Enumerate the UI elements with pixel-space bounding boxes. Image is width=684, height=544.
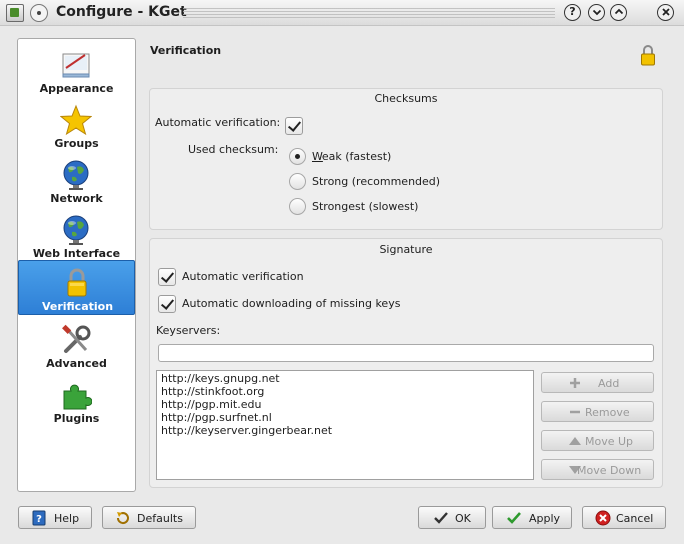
plus-icon bbox=[570, 378, 580, 388]
defaults-button[interactable]: Defaults bbox=[102, 506, 196, 529]
radio-strongest-label[interactable]: Strongest (slowest) bbox=[312, 200, 418, 213]
sidebar-item-label: Groups bbox=[54, 137, 99, 150]
radio-weak-text: eak (fastest) bbox=[321, 150, 392, 163]
keyserver-input[interactable] bbox=[158, 344, 654, 362]
lock-icon bbox=[641, 45, 655, 66]
radio-weak-label[interactable]: Weak (fastest) bbox=[312, 150, 391, 163]
signature-automatic-verification-checkbox[interactable] bbox=[158, 268, 176, 286]
list-item[interactable]: http://pgp.surfnet.nl bbox=[161, 411, 529, 424]
ok-button-label: OK bbox=[455, 512, 471, 525]
cancel-button[interactable]: Cancel bbox=[582, 506, 666, 529]
sidebar-item-label: Network bbox=[50, 192, 103, 205]
close-icon[interactable] bbox=[657, 4, 674, 21]
signature-automatic-verification-label[interactable]: Automatic verification bbox=[182, 270, 304, 283]
apply-check-icon bbox=[507, 512, 521, 524]
title-bar[interactable]: Configure - KGet ? bbox=[0, 0, 684, 26]
apply-button[interactable]: Apply bbox=[492, 506, 572, 529]
checksums-group: Checksums Automatic verification: Used c… bbox=[149, 88, 663, 230]
radio-strong[interactable] bbox=[289, 173, 306, 190]
help-book-icon: ? bbox=[32, 510, 46, 526]
move-down-button-label: Move Down bbox=[577, 464, 642, 477]
remove-button[interactable]: Remove bbox=[541, 401, 654, 422]
checksum-automatic-verification-checkbox[interactable] bbox=[285, 117, 303, 135]
config-page-list: Appearance Groups Network Web Interface bbox=[17, 38, 136, 492]
list-item[interactable]: http://stinkfoot.org bbox=[161, 385, 529, 398]
arrow-up-icon bbox=[569, 437, 581, 445]
add-button[interactable]: Add bbox=[541, 372, 654, 393]
remove-button-label: Remove bbox=[585, 406, 630, 419]
reset-icon bbox=[116, 512, 129, 525]
cancel-icon bbox=[595, 510, 611, 526]
appearance-icon bbox=[62, 53, 90, 78]
tools-icon bbox=[62, 324, 91, 353]
lock-icon bbox=[67, 268, 87, 297]
page-title: Verification bbox=[150, 44, 222, 57]
move-up-button-label: Move Up bbox=[585, 435, 634, 448]
list-item[interactable]: http://keyserver.gingerbear.net bbox=[161, 424, 529, 437]
globe-icon bbox=[63, 215, 89, 245]
radio-strong-label[interactable]: Strong (recommended) bbox=[312, 175, 440, 188]
sidebar-item-groups[interactable]: Groups bbox=[18, 98, 135, 153]
list-item[interactable]: http://pgp.mit.edu bbox=[161, 398, 529, 411]
window-menu-icon[interactable] bbox=[30, 4, 48, 22]
automatic-verification-label: Automatic verification: bbox=[155, 116, 281, 129]
sidebar-item-plugins[interactable]: Plugins bbox=[18, 373, 135, 428]
sidebar-item-verification[interactable]: Verification bbox=[18, 260, 135, 315]
ok-check-icon bbox=[434, 512, 448, 524]
minus-icon bbox=[570, 410, 580, 414]
help-button[interactable]: ? Help bbox=[18, 506, 92, 529]
group-title: Checksums bbox=[374, 92, 438, 105]
move-down-button[interactable]: Move Down bbox=[541, 459, 654, 480]
used-checksum-label: Used checksum: bbox=[188, 143, 279, 156]
move-up-button[interactable]: Move Up bbox=[541, 430, 654, 451]
kget-app-icon[interactable] bbox=[6, 4, 24, 22]
ok-button[interactable]: OK bbox=[418, 506, 486, 529]
globe-icon bbox=[63, 160, 89, 190]
defaults-button-label: Defaults bbox=[137, 512, 183, 525]
sidebar-item-label: Web Interface bbox=[32, 247, 121, 260]
sidebar-item-appearance[interactable]: Appearance bbox=[18, 43, 135, 98]
sidebar-item-network[interactable]: Network bbox=[18, 153, 135, 208]
sidebar-item-label: Appearance bbox=[39, 82, 114, 95]
star-icon bbox=[60, 104, 92, 136]
window-title: Configure - KGet bbox=[56, 4, 187, 20]
help-question-icon[interactable]: ? bbox=[564, 4, 581, 21]
group-title: Signature bbox=[379, 243, 433, 256]
sidebar-item-label: Advanced bbox=[46, 357, 107, 370]
auto-download-keys-checkbox[interactable] bbox=[158, 295, 176, 313]
keyserver-list[interactable]: http://keys.gnupg.net http://stinkfoot.o… bbox=[156, 370, 534, 480]
add-button-label: Add bbox=[598, 377, 620, 390]
sidebar-item-label: Plugins bbox=[53, 412, 100, 425]
svg-text:?: ? bbox=[36, 514, 42, 525]
puzzle-icon bbox=[63, 384, 92, 410]
radio-weak[interactable] bbox=[289, 148, 306, 165]
sidebar-item-advanced[interactable]: Advanced bbox=[18, 318, 135, 373]
help-button-label: Help bbox=[54, 512, 80, 525]
radio-strongest[interactable] bbox=[289, 198, 306, 215]
maximize-icon[interactable] bbox=[610, 4, 627, 21]
minimize-icon[interactable] bbox=[588, 4, 605, 21]
sidebar-item-label: Verification bbox=[41, 300, 114, 313]
signature-group: Signature Automatic verification Automat… bbox=[149, 238, 663, 488]
apply-button-label: Apply bbox=[529, 512, 561, 525]
list-item[interactable]: http://keys.gnupg.net bbox=[161, 372, 529, 385]
keyservers-label: Keyservers: bbox=[156, 324, 221, 337]
cancel-button-label: Cancel bbox=[616, 512, 654, 525]
sidebar-item-web-interface[interactable]: Web Interface bbox=[18, 208, 135, 263]
auto-download-keys-label[interactable]: Automatic downloading of missing keys bbox=[182, 297, 400, 310]
title-bar-decoration bbox=[183, 8, 555, 18]
